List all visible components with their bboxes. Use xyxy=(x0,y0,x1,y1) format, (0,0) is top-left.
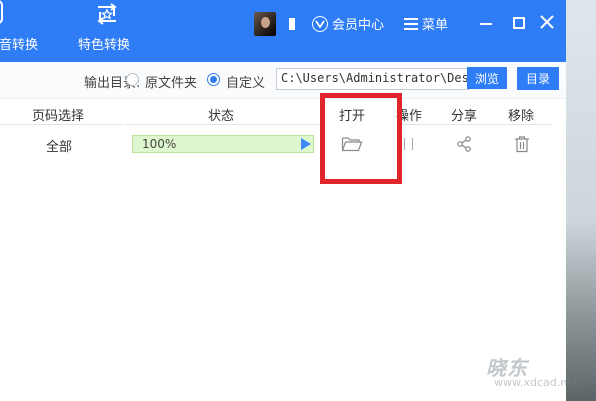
directory-button[interactable]: 目录 xyxy=(517,67,559,90)
progress-bar: 100% xyxy=(132,135,314,153)
output-path-input[interactable]: C:\Users\Administrator\Desktop xyxy=(276,68,470,90)
maximize-icon[interactable] xyxy=(513,17,525,29)
header-share: 分享 xyxy=(451,109,478,124)
radio-original-folder[interactable] xyxy=(126,73,139,86)
audio-icon xyxy=(0,0,6,26)
pause-icon[interactable] xyxy=(404,138,413,150)
menu-button[interactable]: 菜单 xyxy=(404,14,448,33)
avatar[interactable] xyxy=(254,12,276,36)
header-status: 状态 xyxy=(208,109,235,124)
nav-special-label: 特色转换 xyxy=(78,38,131,53)
menu-label: 菜单 xyxy=(422,18,449,33)
table-header xyxy=(0,98,566,126)
vip-label: 会员中心 xyxy=(332,18,385,33)
radio-custom[interactable] xyxy=(207,73,220,86)
vip-center-button[interactable]: 会员中心 xyxy=(312,14,384,33)
desktop-background xyxy=(566,0,596,401)
browse-button[interactable]: 浏览 xyxy=(467,67,507,89)
vip-icon xyxy=(312,15,328,32)
progress-text: 100% xyxy=(142,137,177,151)
radio-custom-label[interactable]: 自定义 xyxy=(226,72,265,91)
nav-voice-convert[interactable]: 语音转换 xyxy=(0,0,50,62)
header-divider xyxy=(124,124,322,125)
header-divider xyxy=(0,124,122,125)
highlight-box xyxy=(320,93,402,184)
minimize-icon[interactable] xyxy=(480,23,492,25)
play-icon[interactable] xyxy=(301,138,311,150)
menu-icon xyxy=(404,17,418,30)
header-page-select: 页码选择 xyxy=(32,109,85,124)
watermark: 晓东 www.xdcad.net xyxy=(486,352,578,389)
close-icon[interactable] xyxy=(539,14,555,30)
trash-icon[interactable] xyxy=(514,135,530,157)
nav-special-convert[interactable]: 特色转换 xyxy=(78,0,138,62)
user-indicator xyxy=(289,18,295,30)
header-remove: 移除 xyxy=(508,109,535,124)
radio-original-label[interactable]: 原文件夹 xyxy=(145,72,197,91)
share-icon[interactable] xyxy=(456,136,472,156)
watermark-url: www.xdcad.net xyxy=(494,376,579,389)
nav-voice-label: 语音转换 xyxy=(0,38,39,53)
header-divider xyxy=(402,124,552,125)
row-page-cell: 全部 xyxy=(46,140,73,155)
title-bar: 语音转换 特色转换 会员中心 菜单 xyxy=(0,0,566,62)
star-swap-icon xyxy=(94,2,120,26)
